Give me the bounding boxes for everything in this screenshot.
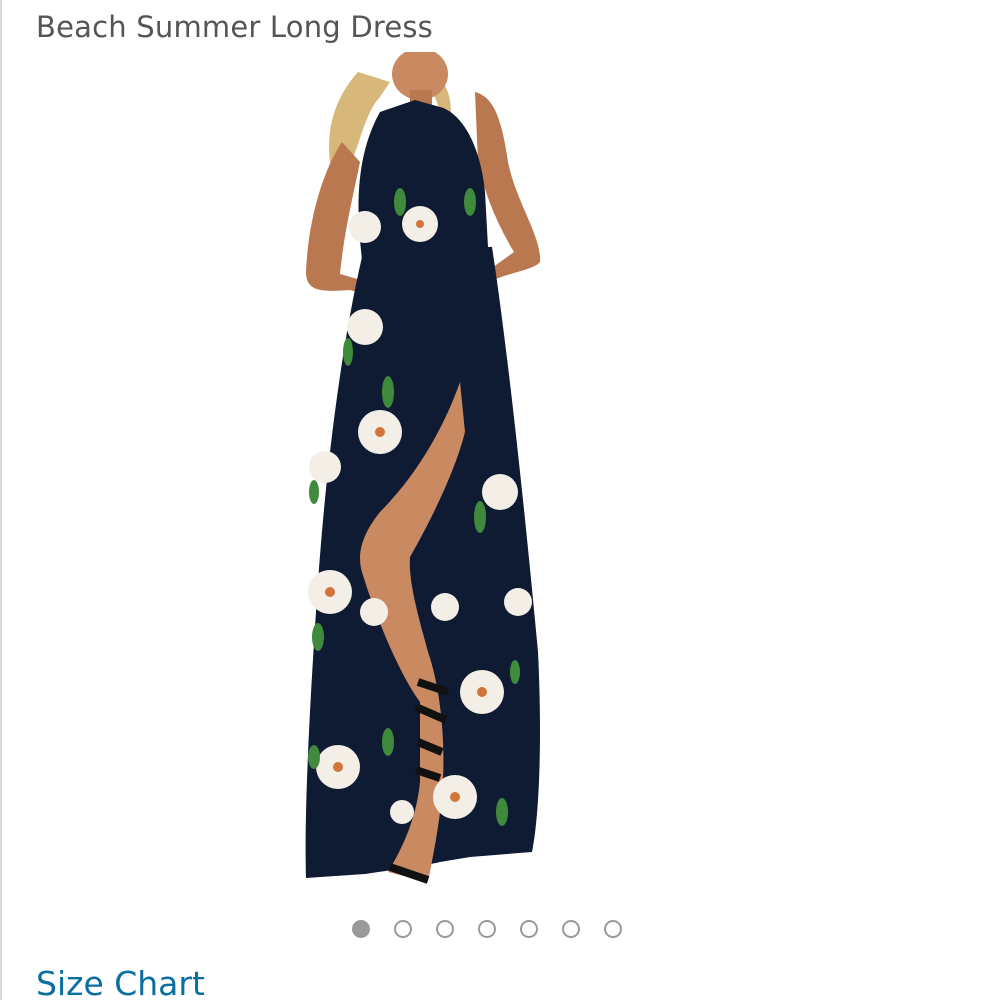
size-chart-link[interactable]: Size Chart	[36, 964, 205, 1003]
carousel-dot-5[interactable]	[520, 920, 538, 938]
carousel-indicator	[352, 918, 622, 940]
left-border	[0, 0, 2, 1000]
carousel-dot-1[interactable]	[352, 920, 370, 938]
carousel-dot-7[interactable]	[604, 920, 622, 938]
product-image[interactable]	[270, 52, 740, 900]
carousel-dot-4[interactable]	[478, 920, 496, 938]
carousel-dot-6[interactable]	[562, 920, 580, 938]
carousel-dot-3[interactable]	[436, 920, 454, 938]
carousel-dot-2[interactable]	[394, 920, 412, 938]
product-title: Beach Summer Long Dress	[36, 10, 433, 44]
